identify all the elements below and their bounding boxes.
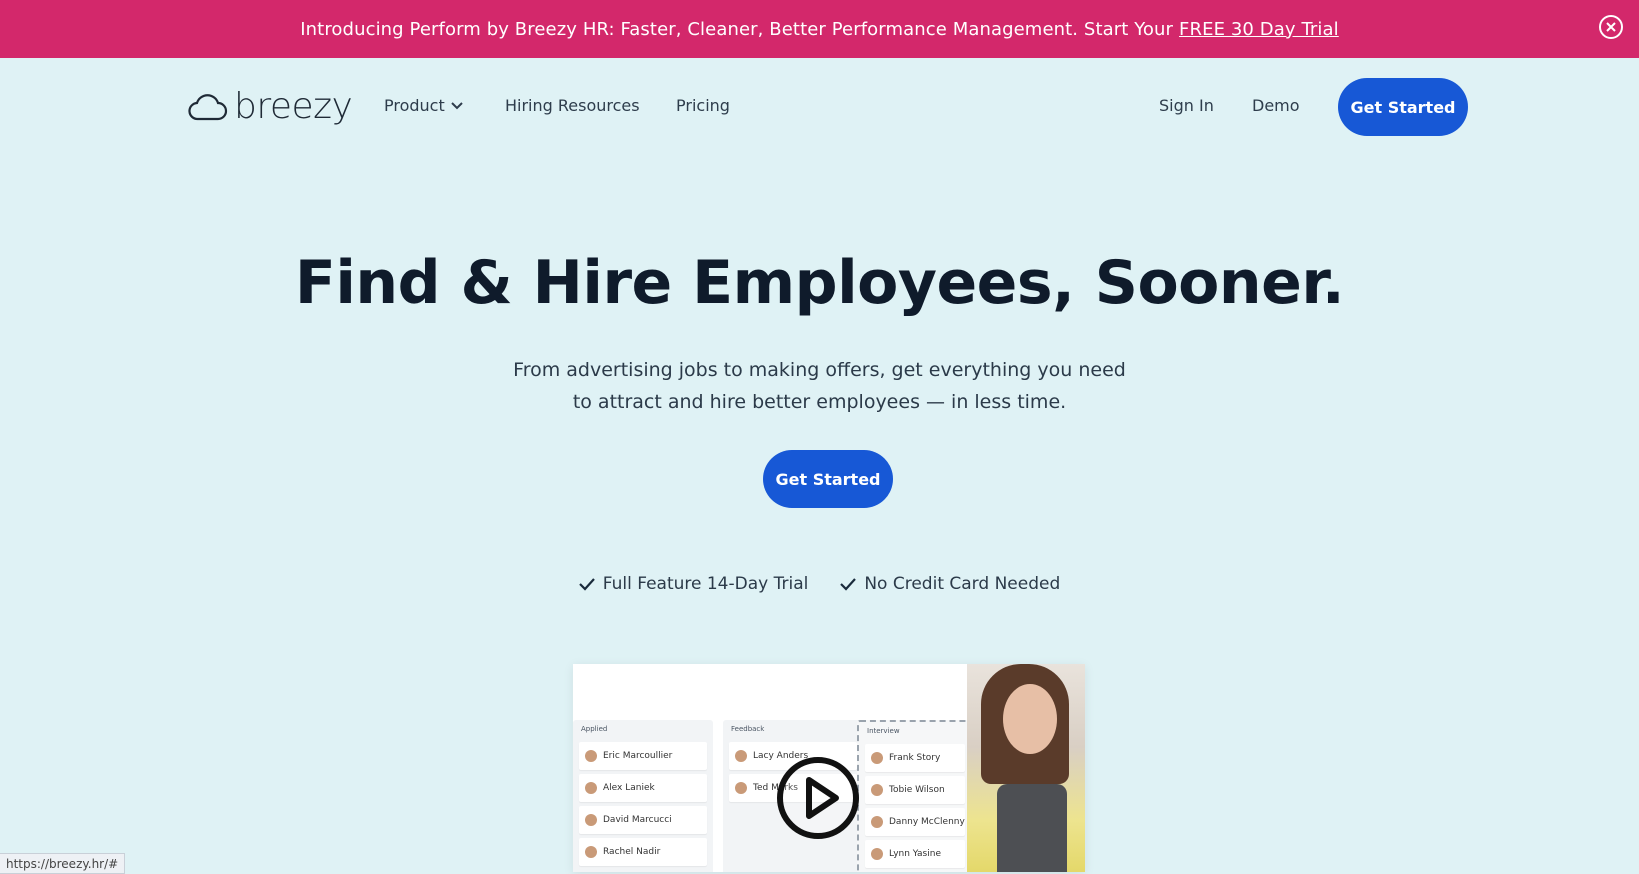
candidate-name: Frank Story <box>889 753 941 763</box>
candidate-name: Lynn Yasine <box>889 849 941 859</box>
avatar <box>735 782 747 794</box>
nav-sign-in[interactable]: Sign In <box>1159 96 1214 115</box>
photo-shirt <box>997 784 1067 872</box>
candidate-name: Danny McClenny <box>889 817 965 827</box>
avatar <box>585 750 597 762</box>
avatar <box>585 782 597 794</box>
pipeline-column-interview: Interview Frank Story Tobie Wilson Danny… <box>857 720 973 872</box>
hero-subtitle-line1: From advertising jobs to making offers, … <box>513 359 1126 381</box>
column-header: Applied <box>581 725 608 733</box>
candidate-name: Tobie Wilson <box>889 785 945 795</box>
cloud-icon <box>188 93 228 120</box>
free-trial-link[interactable]: FREE 30 Day Trial <box>1179 19 1339 40</box>
avatar <box>871 752 883 764</box>
status-bar-url: https://breezy.hr/# <box>0 853 126 874</box>
avatar <box>871 848 883 860</box>
avatar <box>871 816 883 828</box>
avatar <box>585 814 597 826</box>
candidate-card: Danny McClenny <box>865 808 965 836</box>
top-navigation: breezy Product Hiring Resources Pricing … <box>0 58 1639 154</box>
candidate-name: David Marcucci <box>603 815 672 825</box>
logo-wordmark: breezy <box>234 86 353 127</box>
avatar <box>585 846 597 858</box>
play-icon[interactable] <box>776 756 860 840</box>
close-icon <box>1606 22 1616 32</box>
avatar <box>735 750 747 762</box>
feature-item: Full Feature 14-Day Trial <box>578 574 809 594</box>
checkmark-icon <box>578 578 595 591</box>
feature-item: No Credit Card Needed <box>840 574 1060 594</box>
breezy-logo[interactable]: breezy <box>188 86 353 127</box>
candidate-card: Lynn Yasine <box>865 840 965 868</box>
candidate-card: Alex Laniek <box>579 774 707 802</box>
nav-product[interactable]: Product <box>384 96 463 115</box>
promo-banner: Introducing Perform by Breezy HR: Faster… <box>0 0 1639 58</box>
feature-label: No Credit Card Needed <box>864 574 1061 594</box>
column-header: Interview <box>867 727 900 735</box>
product-video[interactable]: Applied Eric Marcoullier Alex Laniek Dav… <box>573 664 1085 872</box>
banner-text: Introducing Perform by Breezy HR: Faster… <box>300 18 1174 40</box>
hero-get-started-button[interactable]: Get Started <box>763 450 893 508</box>
nav-demo[interactable]: Demo <box>1252 96 1300 115</box>
feature-list: Full Feature 14-Day Trial No Credit Card… <box>0 574 1639 594</box>
candidate-name: Alex Laniek <box>603 783 655 793</box>
nav-hiring-resources[interactable]: Hiring Resources <box>505 96 640 115</box>
candidate-name: Eric Marcoullier <box>603 751 673 761</box>
nav-product-label: Product <box>384 96 445 115</box>
hero-title: Find & Hire Employees, Sooner. <box>294 248 1345 318</box>
hero-subtitle-line2: to attract and hire better employees — i… <box>572 391 1067 413</box>
candidate-card: Eric Marcoullier <box>579 742 707 770</box>
candidate-card: Rachel Nadir <box>579 838 707 866</box>
candidate-card: Tobie Wilson <box>865 776 965 804</box>
hero-subtitle: From advertising jobs to making offers, … <box>0 354 1639 418</box>
candidate-card: David Marcucci <box>579 806 707 834</box>
photo-face <box>1003 684 1057 754</box>
pipeline-column-applied: Applied Eric Marcoullier Alex Laniek Dav… <box>573 720 713 872</box>
candidate-card: Frank Story <box>865 744 965 772</box>
nav-pricing[interactable]: Pricing <box>676 96 730 115</box>
avatar <box>871 784 883 796</box>
feature-label: Full Feature 14-Day Trial <box>602 574 809 594</box>
chevron-down-icon <box>451 101 463 109</box>
checkmark-icon <box>840 578 857 591</box>
candidate-name: Rachel Nadir <box>603 847 661 857</box>
woman-photo <box>967 664 1085 872</box>
column-header: Feedback <box>731 725 765 733</box>
nav-get-started-button[interactable]: Get Started <box>1338 78 1468 136</box>
close-banner-button[interactable] <box>1599 15 1623 39</box>
